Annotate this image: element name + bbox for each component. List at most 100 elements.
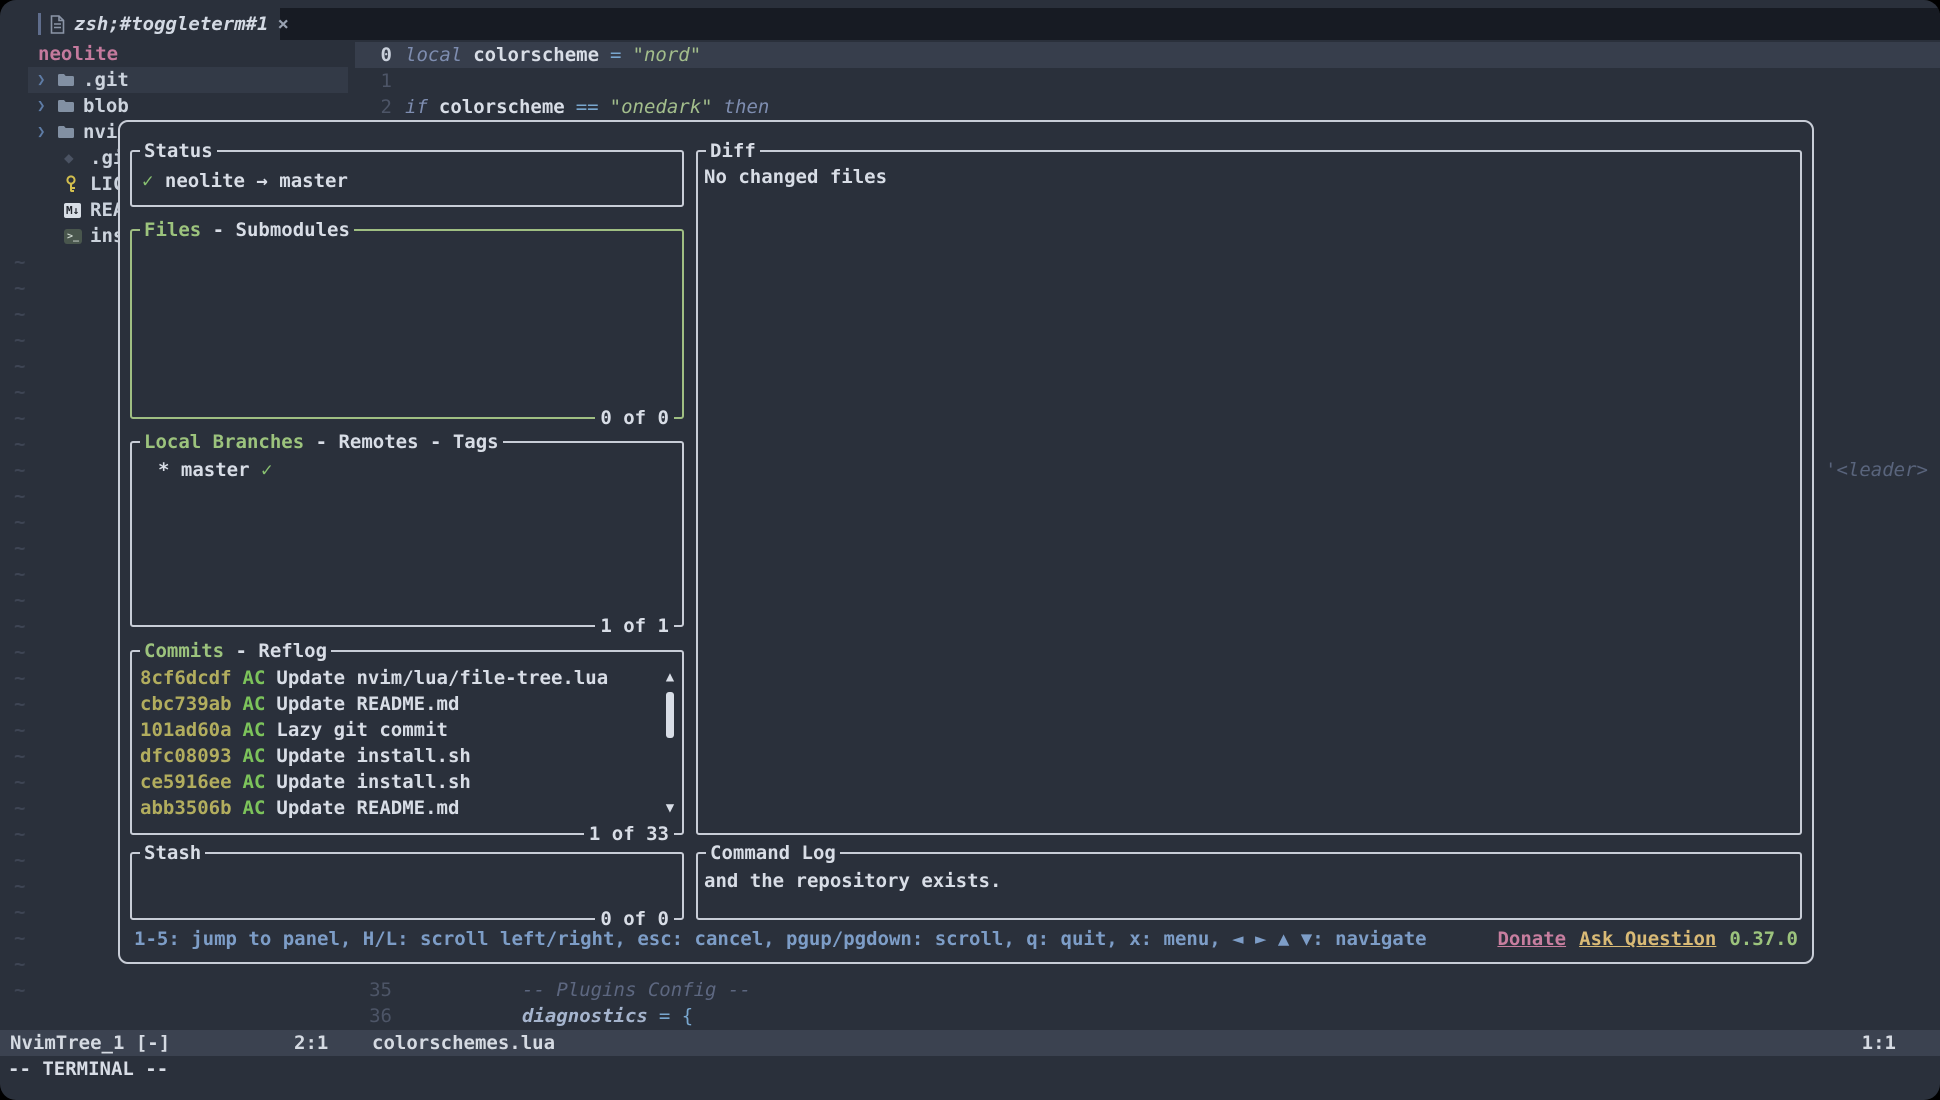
donate-link[interactable]: Donate [1497,926,1566,952]
diff-panel[interactable]: Diff No changed files [696,150,1802,835]
close-icon[interactable]: × [277,11,288,37]
commit-author: AC [243,795,266,821]
code-line-0: local colorscheme = "nord" [405,42,701,68]
chevron-right-icon[interactable]: ❯ [37,67,51,93]
commit-row[interactable]: abb3506b AC Update README.md [140,795,658,821]
tilde-marker: ~ [14,925,25,951]
tree-item-label: .git [83,67,129,93]
commit-message: Update install.sh [276,769,470,795]
line-number: 36 [355,1003,392,1029]
tree-root-label[interactable]: neolite [38,41,118,67]
tilde-marker: ~ [14,249,25,275]
tree-item-blob[interactable]: ❯ blob [28,93,348,119]
tilde-marker: ~ [14,431,25,457]
identifier-token: colorscheme [473,42,599,68]
chevron-right-icon[interactable]: ❯ [37,119,51,145]
tab-title: zsh;#toggleterm#1 [74,11,268,37]
command-log-title: Command Log [710,840,836,866]
keyword-token: local [405,42,462,68]
line-number: 2 [355,94,392,120]
commit-row[interactable]: 101ad60a AC Lazy git commit [140,717,658,743]
scroll-up-icon[interactable]: ▲ [661,664,679,690]
commit-hash: 101ad60a [140,717,232,743]
tilde-marker: ~ [14,743,25,769]
commit-author: AC [243,743,266,769]
commit-message: Update README.md [276,795,459,821]
commit-author: AC [243,691,266,717]
git-icon: ◆ [64,145,84,171]
tilde-marker: ~ [14,717,25,743]
lazygit-window: Status ✓ neolite → master Files - Submod… [118,120,1814,964]
folder-icon [57,125,77,139]
ask-question-link[interactable]: Ask Question [1579,926,1716,952]
commit-message: Update README.md [276,691,459,717]
markdown-icon: M↓ [64,203,84,218]
tilde-marker: ~ [14,561,25,587]
tilde-marker: ~ [14,795,25,821]
statusline-ruler-right: 1:1 [1862,1030,1896,1056]
commit-author: AC [243,665,266,691]
tab-active-indicator [38,13,41,35]
branches-panel[interactable]: Local Branches - Remotes - Tags * master… [130,441,684,627]
tilde-marker: ~ [14,405,25,431]
tilde-marker: ~ [14,327,25,353]
submodules-tab[interactable]: - Submodules [201,217,350,243]
check-icon: ✓ [142,168,153,194]
string-token: "onedark" [610,94,713,120]
statusline-ruler-left: 2:1 [294,1030,328,1056]
tree-item-git[interactable]: ❯ .git [28,67,348,93]
status-panel[interactable]: Status ✓ neolite → master [130,150,684,207]
reflog-tab[interactable]: - Reflog [224,638,327,664]
tilde-marker: ~ [14,769,25,795]
status-panel-title: Status [144,138,213,164]
commits-count: 1 of 33 [584,821,674,847]
tab-toggleterm[interactable]: zsh;#toggleterm#1 × [34,8,280,40]
check-icon: ✓ [261,457,272,483]
commit-row[interactable]: dfc08093 AC Update install.sh [140,743,658,769]
files-tab[interactable]: Files [144,217,201,243]
tree-item-label: nvi [83,119,117,145]
commit-author: AC [243,769,266,795]
keyword-token: if [405,94,428,120]
scroll-down-icon[interactable]: ▼ [661,795,679,821]
current-branch-star: * [158,457,169,483]
tilde-marker: ~ [14,483,25,509]
key-icon [64,175,84,193]
commits-panel[interactable]: Commits - Reflog 8cf6dcdf AC Update nvim… [130,650,684,835]
terminal-window: zsh;#toggleterm#1 × neolite ❯ .git ❯ blo… [0,0,1940,1100]
commits-tab[interactable]: Commits [144,638,224,664]
tilde-marker: ~ [14,301,25,327]
command-log-panel[interactable]: Command Log and the repository exists. [696,852,1802,920]
commit-row[interactable]: 8cf6dcdf AC Update nvim/lua/file-tree.lu… [140,665,658,691]
command-log-text: and the repository exists. [704,868,1001,894]
tilde-marker: ~ [14,353,25,379]
stash-panel[interactable]: Stash 0 of 0 [130,852,684,920]
mode-indicator: -- TERMINAL -- [8,1056,168,1082]
identifier-token: colorscheme [439,94,565,120]
tilde-marker: ~ [14,691,25,717]
commit-hash: 8cf6dcdf [140,665,232,691]
scrollbar-thumb[interactable] [666,692,674,738]
commit-message: Update nvim/lua/file-tree.lua [276,665,608,691]
code-line-36: diagnostics = { [522,1003,693,1029]
tilde-marker: ~ [14,665,25,691]
tilde-marker: ~ [14,639,25,665]
commit-row[interactable]: cbc739ab AC Update README.md [140,691,658,717]
local-branches-tab[interactable]: Local Branches [144,429,304,455]
branches-count: 1 of 1 [595,613,674,639]
leader-key-hint: '<leader> [1825,457,1928,483]
files-panel[interactable]: Files - Submodules 0 of 0 [130,229,684,419]
tilde-marker: ~ [14,613,25,639]
remotes-tags-tabs[interactable]: - Remotes - Tags [304,429,498,455]
code-line-2: if colorscheme == "onedark" then [405,94,769,120]
chevron-right-icon[interactable]: ❯ [37,93,51,119]
statusline: NvimTree_1 [-] 2:1 colorschemes.lua 1:1 [0,1030,1940,1056]
commit-message: Update install.sh [276,743,470,769]
line-number: 0 [355,42,392,68]
tilde-marker: ~ [14,821,25,847]
commit-row[interactable]: ce5916ee AC Update install.sh [140,769,658,795]
lazygit-help-bar: 1-5: jump to panel, H/L: scroll left/rig… [134,926,1798,952]
identifier-token: diagnostics [522,1003,648,1029]
file-icon [50,15,65,34]
commits-scrollbar[interactable]: ▲ ▼ [661,664,679,821]
